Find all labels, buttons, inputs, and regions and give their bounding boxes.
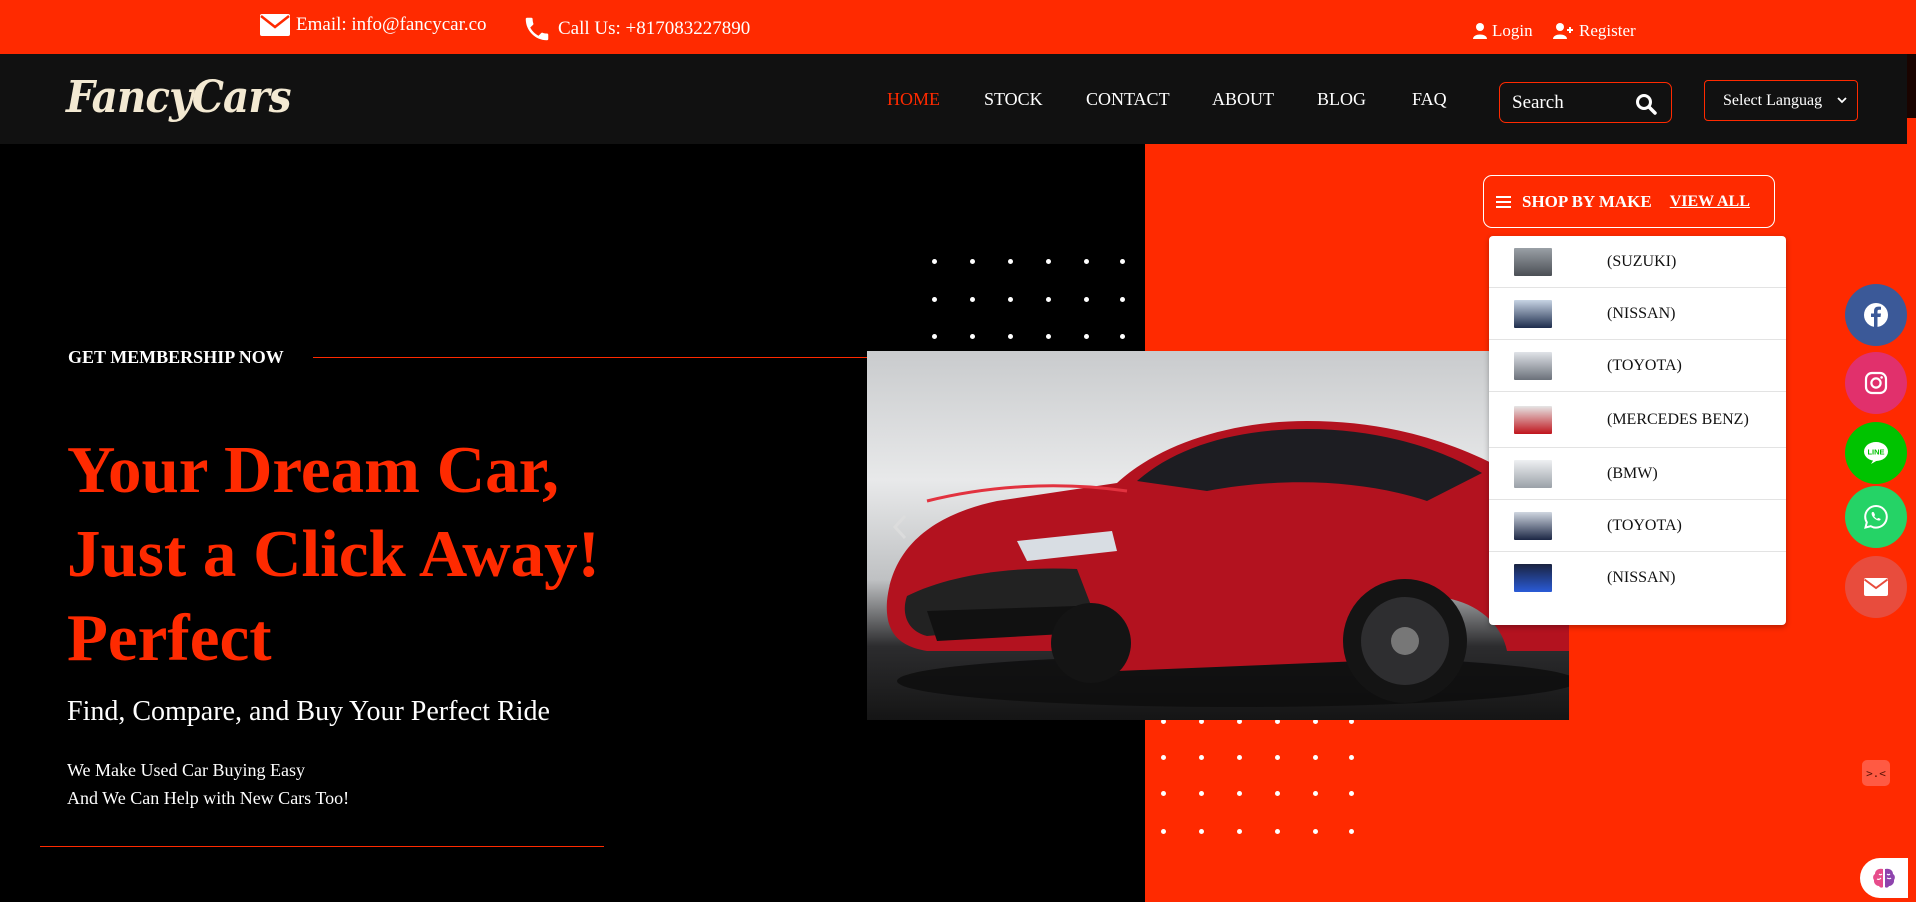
mail-button[interactable] xyxy=(1845,556,1907,618)
shop-by-make-header[interactable]: SHOP BY MAKE VIEW ALL xyxy=(1483,175,1775,228)
chat-widget-button[interactable]: >.< xyxy=(1862,760,1890,786)
search-icon xyxy=(1636,94,1657,115)
shop-by-make-title: SHOP BY MAKE xyxy=(1522,191,1652,211)
assistant-widget-button[interactable] xyxy=(1860,858,1908,898)
whatsapp-icon xyxy=(1864,504,1888,529)
phone-icon xyxy=(525,17,549,41)
car-thumbnail xyxy=(1514,300,1552,328)
make-dropdown: (SUZUKI) (NISSAN) (TOYOTA) (MERCEDES BEN… xyxy=(1489,236,1786,625)
mail-icon xyxy=(1863,578,1889,596)
scrollbar-thumb[interactable] xyxy=(1907,54,1916,118)
car-thumbnail xyxy=(1514,352,1552,380)
desc-line-1: We Make Used Car Buying Easy xyxy=(67,760,305,780)
language-value: Select Languag xyxy=(1723,91,1823,109)
headline-line-2: Just a Click Away! xyxy=(67,517,600,591)
phone-link[interactable]: Call Us: +817083227890 xyxy=(522,14,750,44)
line-icon: LINE xyxy=(1864,442,1888,464)
make-label: (SUZUKI) xyxy=(1607,252,1677,270)
view-all-link[interactable]: VIEW ALL xyxy=(1670,193,1750,211)
car-thumbnail xyxy=(1514,564,1552,592)
nav-blog[interactable]: BLOG xyxy=(1317,89,1366,110)
search-input[interactable] xyxy=(1512,92,1632,114)
chevron-left-icon xyxy=(892,514,907,540)
membership-kicker: GET MEMBERSHIP NOW xyxy=(68,347,284,367)
nav-stock[interactable]: STOCK xyxy=(984,89,1043,110)
hero-bottom-divider xyxy=(40,846,604,847)
headline-line-1: Your Dream Car, xyxy=(67,433,559,507)
desc-line-2: And We Can Help with New Cars Too! xyxy=(67,788,350,808)
make-item[interactable]: (MERCEDES BENZ) xyxy=(1489,392,1786,448)
make-item[interactable]: (TOYOTA) xyxy=(1489,500,1786,552)
make-item[interactable]: (TOYOTA) xyxy=(1489,340,1786,392)
user-plus-icon xyxy=(1553,23,1573,39)
hero-description: We Make Used Car Buying Easy And We Can … xyxy=(67,756,349,812)
facebook-icon xyxy=(1864,303,1888,327)
instagram-button[interactable] xyxy=(1845,352,1907,414)
whatsapp-button[interactable] xyxy=(1845,486,1907,548)
car-thumbnail xyxy=(1514,460,1552,488)
email-link[interactable]: Email: info@fancycar.co xyxy=(260,14,487,36)
register-label: Register xyxy=(1579,21,1636,40)
brain-icon xyxy=(1873,868,1895,888)
site-logo[interactable]: FancyCars xyxy=(66,72,292,123)
instagram-icon xyxy=(1864,371,1888,395)
envelope-icon xyxy=(260,14,290,36)
login-label: Login xyxy=(1492,21,1533,40)
register-link[interactable]: Register xyxy=(1553,21,1636,41)
nav-home[interactable]: HOME xyxy=(887,89,940,110)
make-label: (NISSAN) xyxy=(1607,569,1676,586)
make-label: (NISSAN) xyxy=(1607,304,1676,322)
widget-face-icon: >.< xyxy=(1866,766,1886,780)
nav-about[interactable]: ABOUT xyxy=(1212,89,1274,110)
make-label: (TOYOTA) xyxy=(1607,356,1682,374)
page-edge-strip xyxy=(1907,0,1916,902)
facebook-button[interactable] xyxy=(1845,284,1907,346)
menu-icon xyxy=(1496,195,1511,208)
hero-car-image xyxy=(867,351,1569,720)
hero-subhead: Find, Compare, and Buy Your Perfect Ride xyxy=(67,696,550,727)
kicker-divider xyxy=(313,357,868,358)
user-icon xyxy=(1473,23,1487,39)
search-button[interactable] xyxy=(1635,93,1657,120)
headline-line-3: Perfect xyxy=(67,601,272,675)
search-box xyxy=(1499,82,1672,123)
car-thumbnail xyxy=(1514,248,1552,276)
car-thumbnail xyxy=(1514,406,1552,434)
phone-text: Call Us: +817083227890 xyxy=(558,18,751,39)
chevron-down-icon xyxy=(1837,97,1847,104)
make-item[interactable]: (NISSAN) xyxy=(1489,552,1786,604)
nav-faq[interactable]: FAQ xyxy=(1412,89,1447,110)
line-button[interactable]: LINE xyxy=(1845,422,1907,484)
make-label: (TOYOTA) xyxy=(1607,516,1682,534)
carousel-prev-button[interactable] xyxy=(890,512,910,547)
make-item[interactable]: (NISSAN) xyxy=(1489,288,1786,340)
make-item[interactable]: (SUZUKI) xyxy=(1489,236,1786,288)
hero-headline: Your Dream Car, Just a Click Away! Perfe… xyxy=(67,428,707,680)
make-label: (MERCEDES BENZ) xyxy=(1607,410,1749,428)
nav-contact[interactable]: CONTACT xyxy=(1086,89,1170,110)
make-item[interactable]: (BMW) xyxy=(1489,448,1786,500)
car-thumbnail xyxy=(1514,512,1552,540)
email-text: Email: info@fancycar.co xyxy=(296,14,487,35)
language-select[interactable]: Select Languag xyxy=(1704,80,1858,121)
login-link[interactable]: Login xyxy=(1473,21,1533,41)
svg-text:LINE: LINE xyxy=(1867,448,1884,457)
make-label: (BMW) xyxy=(1607,464,1658,482)
